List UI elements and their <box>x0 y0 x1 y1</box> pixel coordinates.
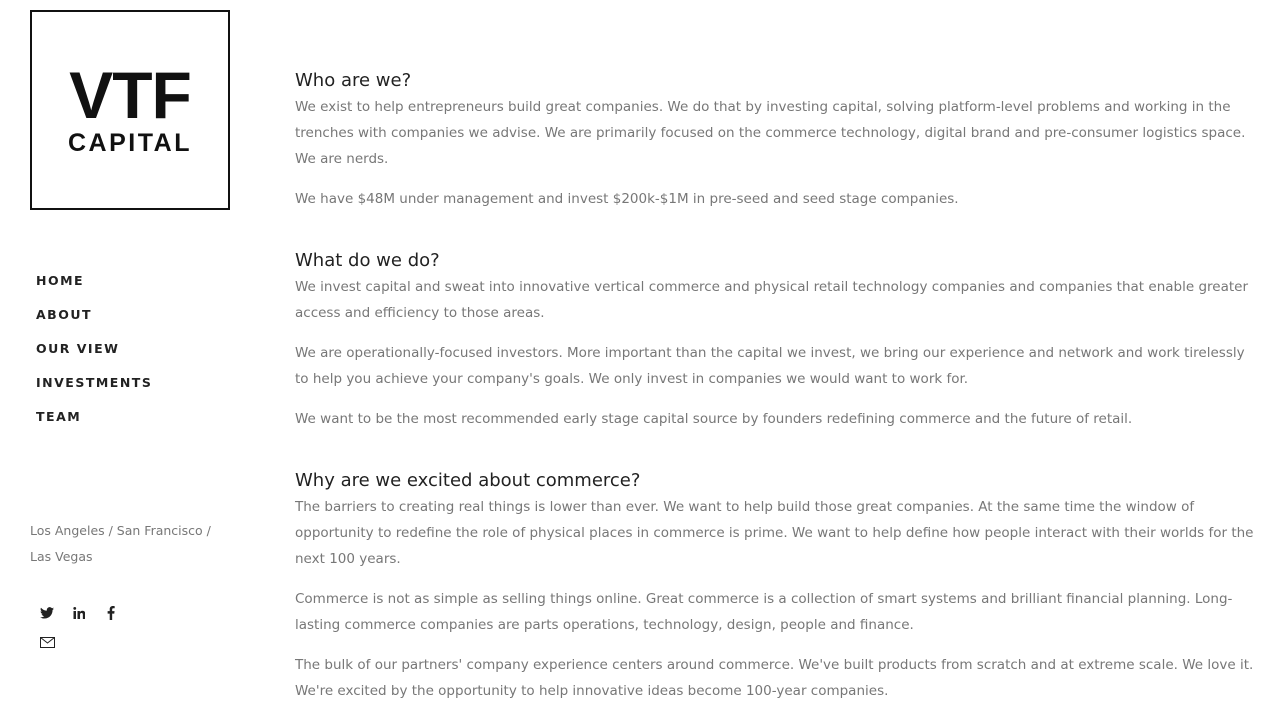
section-who-are-we: Who are we? We exist to help entrepreneu… <box>295 68 1255 212</box>
nav-item-home: HOME <box>36 270 152 304</box>
linkedin-icon[interactable] <box>68 602 90 624</box>
nav-item-our-view: OUR VIEW <box>36 338 152 372</box>
section-paragraph: The barriers to creating real things is … <box>295 499 1254 567</box>
section-why-commerce: Why are we excited about commerce? The b… <box>295 468 1255 704</box>
nav-link-investments[interactable]: INVESTMENTS <box>36 373 152 393</box>
section-paragraph: We are operationally-focused investors. … <box>295 345 1245 387</box>
section-heading: What do we do? <box>295 250 440 271</box>
sidebar: VTF CAPITAL HOME ABOUT OUR VIEW INVESTME… <box>0 0 260 720</box>
section-heading: Why are we excited about commerce? <box>295 470 641 491</box>
office-locations: Los Angeles / San Francisco / Las Vegas <box>30 523 211 564</box>
nav-link-our-view[interactable]: OUR VIEW <box>36 339 119 359</box>
vtf-capital-logo[interactable]: VTF CAPITAL <box>30 10 230 210</box>
section-paragraph: We exist to help entrepreneurs build gre… <box>295 99 1246 167</box>
email-icon[interactable] <box>36 631 58 653</box>
nav-item-about: ABOUT <box>36 304 152 338</box>
section-paragraph: We want to be the most recommended early… <box>295 411 1133 427</box>
section-heading: Who are we? <box>295 70 412 91</box>
logo-text-capital: CAPITAL <box>68 129 192 157</box>
nav-link-team[interactable]: TEAM <box>36 407 81 427</box>
main-nav: HOME ABOUT OUR VIEW INVESTMENTS TEAM <box>36 270 152 440</box>
section-what-do-we-do: What do we do? We invest capital and swe… <box>295 248 1255 432</box>
section-paragraph: The bulk of our partners' company experi… <box>295 657 1254 699</box>
facebook-icon[interactable] <box>100 602 122 624</box>
twitter-icon[interactable] <box>36 602 58 624</box>
nav-link-home[interactable]: HOME <box>36 271 84 291</box>
section-paragraph: Commerce is not as simple as selling thi… <box>295 591 1233 633</box>
section-paragraph: We invest capital and sweat into innovat… <box>295 279 1248 321</box>
nav-link-about[interactable]: ABOUT <box>36 305 92 325</box>
social-links <box>36 602 136 660</box>
section-paragraph: We have $48M under management and invest… <box>295 191 959 207</box>
nav-item-team: TEAM <box>36 406 152 440</box>
logo-text-vtf: VTF <box>69 58 192 132</box>
main-content: Who are we? We exist to help entrepreneu… <box>295 68 1255 718</box>
nav-item-investments: INVESTMENTS <box>36 372 152 406</box>
